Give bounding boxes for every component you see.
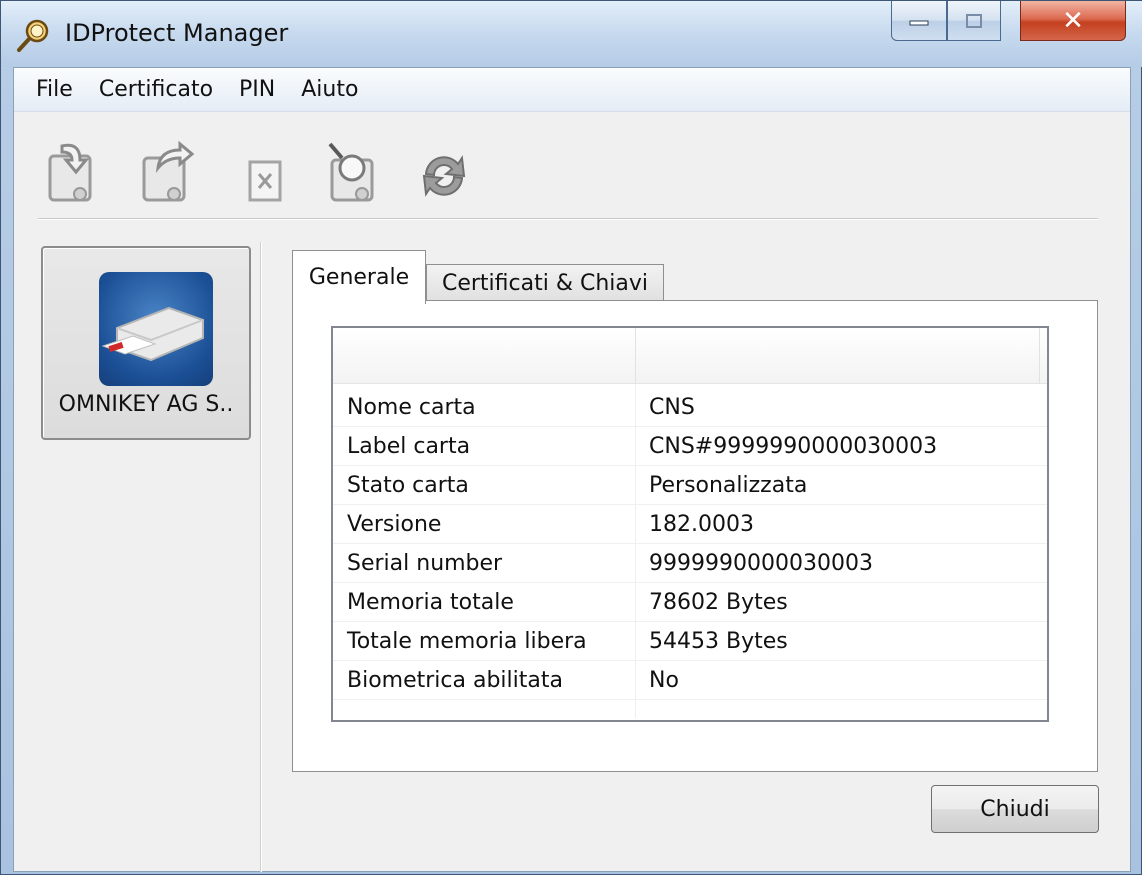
- refresh-button[interactable]: [414, 138, 474, 208]
- title-bar[interactable]: IDProtect Manager ✕: [1, 1, 1142, 67]
- tab-certificati-chiavi[interactable]: Certificati & Chiavi: [426, 264, 664, 302]
- row-value: CNS: [649, 395, 695, 420]
- chiudi-button[interactable]: Chiudi: [931, 785, 1099, 833]
- panel-separator: [260, 242, 262, 872]
- row-key: Biometrica abilitata: [347, 668, 563, 693]
- menu-aiuto[interactable]: Aiuto: [291, 77, 372, 102]
- card-reader-graphic: [101, 306, 204, 362]
- table-row[interactable]: Memoria totale 78602 Bytes: [333, 583, 1047, 622]
- device-label: OMNIKEY AG S..: [58, 392, 234, 417]
- row-key: Nome carta: [347, 395, 476, 420]
- row-value: 78602 Bytes: [649, 590, 788, 615]
- delete-icon: [248, 160, 282, 202]
- row-key: Label carta: [347, 434, 471, 459]
- row-value: Personalizzata: [649, 473, 808, 498]
- menu-file[interactable]: File: [26, 77, 87, 102]
- minimize-icon: [909, 20, 929, 25]
- import-certificate-icon: [48, 143, 92, 202]
- row-key: Stato carta: [347, 473, 469, 498]
- row-key: Memoria totale: [347, 590, 514, 615]
- row-key: Serial number: [347, 551, 503, 576]
- tab-page-generale: Nome carta CNS Label carta CNS#999999000…: [292, 300, 1098, 772]
- column-divider[interactable]: [1039, 328, 1040, 384]
- table-row[interactable]: Versione 182.0003: [333, 505, 1047, 544]
- toolbar: [44, 138, 484, 210]
- table-row[interactable]: Stato carta Personalizzata: [333, 466, 1047, 505]
- toolbar-separator: [38, 218, 1098, 220]
- delete-button[interactable]: [236, 138, 296, 208]
- refresh-icon: [422, 155, 466, 197]
- tab-generale[interactable]: Generale: [292, 250, 426, 304]
- client-area: File Certificato PIN Aiuto OMNIKEY AG S.…: [13, 67, 1131, 872]
- minimize-button[interactable]: [891, 1, 947, 41]
- row-key: Versione: [347, 512, 442, 537]
- menu-certificato[interactable]: Certificato: [89, 77, 227, 102]
- row-value: CNS#9999990000030003: [649, 434, 938, 459]
- table-row[interactable]: Biometrica abilitata No: [333, 661, 1047, 700]
- export-certificate-icon: [142, 140, 195, 202]
- row-value: 182.0003: [649, 512, 754, 537]
- card-info-table: Nome carta CNS Label carta CNS#999999000…: [331, 326, 1049, 722]
- row-value: 54453 Bytes: [649, 629, 788, 654]
- maximize-button[interactable]: [947, 1, 1001, 41]
- table-row[interactable]: Nome carta CNS: [333, 388, 1047, 427]
- card-reader-icon: [99, 272, 213, 386]
- table-row[interactable]: Totale memoria libera 54453 Bytes: [333, 622, 1047, 661]
- view-certificate-icon: [328, 142, 374, 202]
- menu-pin[interactable]: PIN: [229, 77, 289, 102]
- device-reader-tile[interactable]: OMNIKEY AG S..: [41, 246, 251, 440]
- view-certificate-button[interactable]: [322, 138, 382, 208]
- row-key: Totale memoria libera: [347, 629, 587, 654]
- table-row[interactable]: Label carta CNS#9999990000030003: [333, 427, 1047, 466]
- magnifier-card-icon: [17, 19, 49, 52]
- row-value: No: [649, 668, 679, 693]
- close-window-button[interactable]: ✕: [1020, 1, 1126, 41]
- maximize-icon: [966, 13, 982, 28]
- close-icon: ✕: [1062, 5, 1084, 36]
- column-divider[interactable]: [635, 328, 636, 384]
- app-window: IDProtect Manager ✕ File Certificato PIN…: [0, 0, 1142, 875]
- table-header: [333, 328, 1047, 384]
- import-certificate-button[interactable]: [44, 138, 104, 208]
- window-title: IDProtect Manager: [65, 19, 289, 47]
- row-value: 9999990000030003: [649, 551, 873, 576]
- menu-bar: File Certificato PIN Aiuto: [14, 68, 1130, 112]
- export-certificate-button[interactable]: [138, 138, 198, 208]
- table-row[interactable]: Serial number 9999990000030003: [333, 544, 1047, 583]
